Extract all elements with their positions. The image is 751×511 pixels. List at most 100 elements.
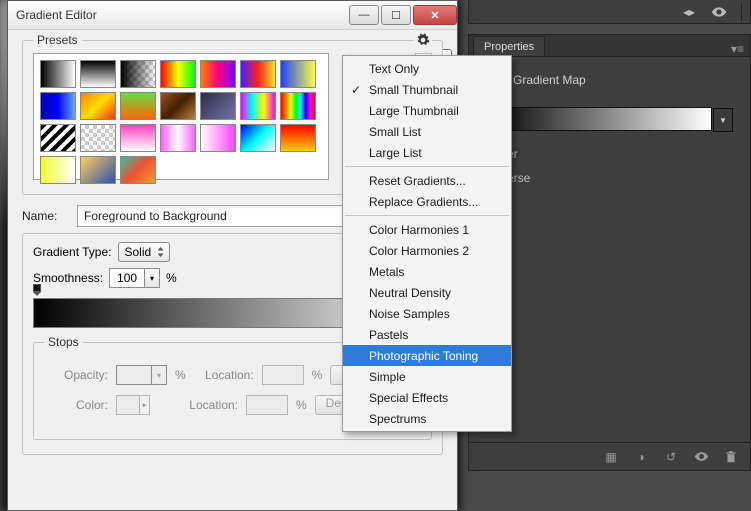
visibility-icon[interactable] — [711, 4, 727, 20]
menu-item-label: Color Harmonies 1 — [369, 223, 469, 237]
view-previous-icon[interactable]: ◑ — [632, 448, 650, 466]
menu-item-label: Noise Samples — [369, 307, 450, 321]
preset-swatch[interactable] — [80, 60, 116, 88]
preset-swatch[interactable] — [80, 124, 116, 152]
opacity-unit: % — [175, 368, 186, 382]
gradient-preview[interactable]: ▼ — [487, 107, 712, 131]
presets-context-menu: Text Only ✓Small Thumbnail Large Thumbnail… — [342, 55, 512, 432]
preset-swatch[interactable] — [40, 92, 76, 120]
panel-top-strip: ◂▸ — [468, 0, 751, 24]
preset-swatch[interactable] — [240, 92, 276, 120]
menu-item[interactable]: Small List — [343, 121, 511, 142]
menu-separator — [345, 166, 509, 167]
preset-swatch[interactable] — [120, 92, 156, 120]
menu-item-label: Small List — [369, 125, 421, 139]
preset-swatch[interactable] — [40, 60, 76, 88]
menu-separator — [345, 215, 509, 216]
opacity-location-unit: % — [312, 368, 323, 382]
color-location-input — [246, 395, 288, 415]
menu-item-label: Replace Gradients... — [369, 195, 478, 209]
menu-item[interactable]: Replace Gradients... — [343, 191, 511, 212]
menu-item-label: Reset Gradients... — [369, 174, 466, 188]
divider — [741, 3, 742, 21]
menu-item-label: Photographic Toning — [369, 349, 478, 363]
preset-swatch[interactable] — [120, 124, 156, 152]
preset-swatch[interactable] — [200, 92, 236, 120]
stops-legend: Stops — [44, 335, 83, 349]
preset-swatch[interactable] — [280, 92, 316, 120]
presets-grid — [33, 53, 329, 180]
color-location-label: Location: — [178, 398, 238, 412]
clip-to-layer-icon[interactable]: ▦ — [602, 448, 620, 466]
checkbox-dither-row[interactable]: er — [487, 147, 732, 161]
smoothness-stepper[interactable]: ▾ — [145, 268, 160, 288]
checkbox-reverse-row[interactable]: erse — [487, 171, 732, 185]
dialog-title: Gradient Editor — [8, 8, 347, 22]
menu-item-label: Simple — [369, 370, 406, 384]
menu-item[interactable]: Reset Gradients... — [343, 170, 511, 191]
name-label: Name: — [22, 209, 77, 223]
preset-swatch[interactable] — [200, 60, 236, 88]
opacity-input — [116, 365, 152, 385]
preset-swatch[interactable] — [80, 92, 116, 120]
menu-item[interactable]: Special Effects — [343, 387, 511, 408]
smoothness-unit: % — [166, 271, 177, 285]
menu-item[interactable]: Large Thumbnail — [343, 100, 511, 121]
preset-swatch[interactable] — [240, 124, 276, 152]
menu-item[interactable]: Color Harmonies 2 — [343, 240, 511, 261]
preset-swatch[interactable] — [280, 60, 316, 88]
check-icon: ✓ — [351, 83, 361, 97]
preset-swatch[interactable] — [120, 60, 156, 88]
menu-item[interactable]: Metals — [343, 261, 511, 282]
smoothness-input[interactable] — [109, 268, 145, 288]
preset-swatch[interactable] — [40, 124, 76, 152]
menu-item-label: Spectrums — [369, 412, 426, 426]
menu-item[interactable]: Text Only — [343, 58, 511, 79]
close-button[interactable]: ✕ — [413, 5, 457, 25]
menu-item[interactable]: Noise Samples — [343, 303, 511, 324]
menu-item[interactable]: Large List — [343, 142, 511, 163]
menu-item[interactable]: Simple — [343, 366, 511, 387]
menu-item[interactable]: Spectrums — [343, 408, 511, 429]
tab-row: Properties ▾≡ — [469, 35, 750, 57]
preset-swatch[interactable] — [160, 92, 196, 120]
opacity-label: Opacity: — [48, 368, 108, 382]
menu-item[interactable]: Pastels — [343, 324, 511, 345]
menu-item[interactable]: Neutral Density — [343, 282, 511, 303]
menu-item-label: Text Only — [369, 62, 419, 76]
preset-swatch[interactable] — [160, 124, 196, 152]
preset-swatch[interactable] — [280, 124, 316, 152]
tab-properties[interactable]: Properties — [473, 36, 545, 56]
titlebar[interactable]: Gradient Editor — ☐ ✕ — [8, 1, 457, 30]
menu-item-label: Special Effects — [369, 391, 448, 405]
preset-swatch[interactable] — [160, 60, 196, 88]
opacity-location-input — [262, 365, 304, 385]
preset-swatch[interactable] — [200, 124, 236, 152]
maximize-button[interactable]: ☐ — [381, 5, 411, 25]
gradient-dropdown-icon[interactable]: ▼ — [713, 108, 733, 132]
menu-item-label: Large Thumbnail — [369, 104, 459, 118]
panel-menu-icon[interactable]: ▾≡ — [731, 42, 744, 56]
preset-swatch[interactable] — [40, 156, 76, 184]
menu-item[interactable]: Photographic Toning — [343, 345, 511, 366]
menu-item-label: Pastels — [369, 328, 408, 342]
gradient-type-select[interactable]: Solid — [118, 242, 170, 262]
presets-legend: Presets — [33, 33, 82, 47]
menu-item-label: Color Harmonies 2 — [369, 244, 469, 258]
trash-icon[interactable] — [722, 448, 740, 466]
menu-item-label: Large List — [369, 146, 422, 160]
color-well: ▸ — [116, 395, 150, 415]
preset-swatch[interactable] — [240, 60, 276, 88]
menu-item[interactable]: ✓Small Thumbnail — [343, 79, 511, 100]
menu-item-label: Neutral Density — [369, 286, 451, 300]
opacity-stop-left[interactable] — [31, 284, 43, 296]
minimize-button[interactable]: — — [349, 5, 379, 25]
panel-footer: ▦ ◑ ↺ — [469, 442, 750, 470]
preset-swatch[interactable] — [80, 156, 116, 184]
toggle-visibility-icon[interactable] — [692, 448, 710, 466]
preset-swatch[interactable] — [120, 156, 156, 184]
panel-collapse-icon[interactable]: ◂▸ — [681, 4, 697, 20]
reset-icon[interactable]: ↺ — [662, 448, 680, 466]
menu-item[interactable]: Color Harmonies 1 — [343, 219, 511, 240]
gear-icon[interactable] — [416, 33, 430, 47]
